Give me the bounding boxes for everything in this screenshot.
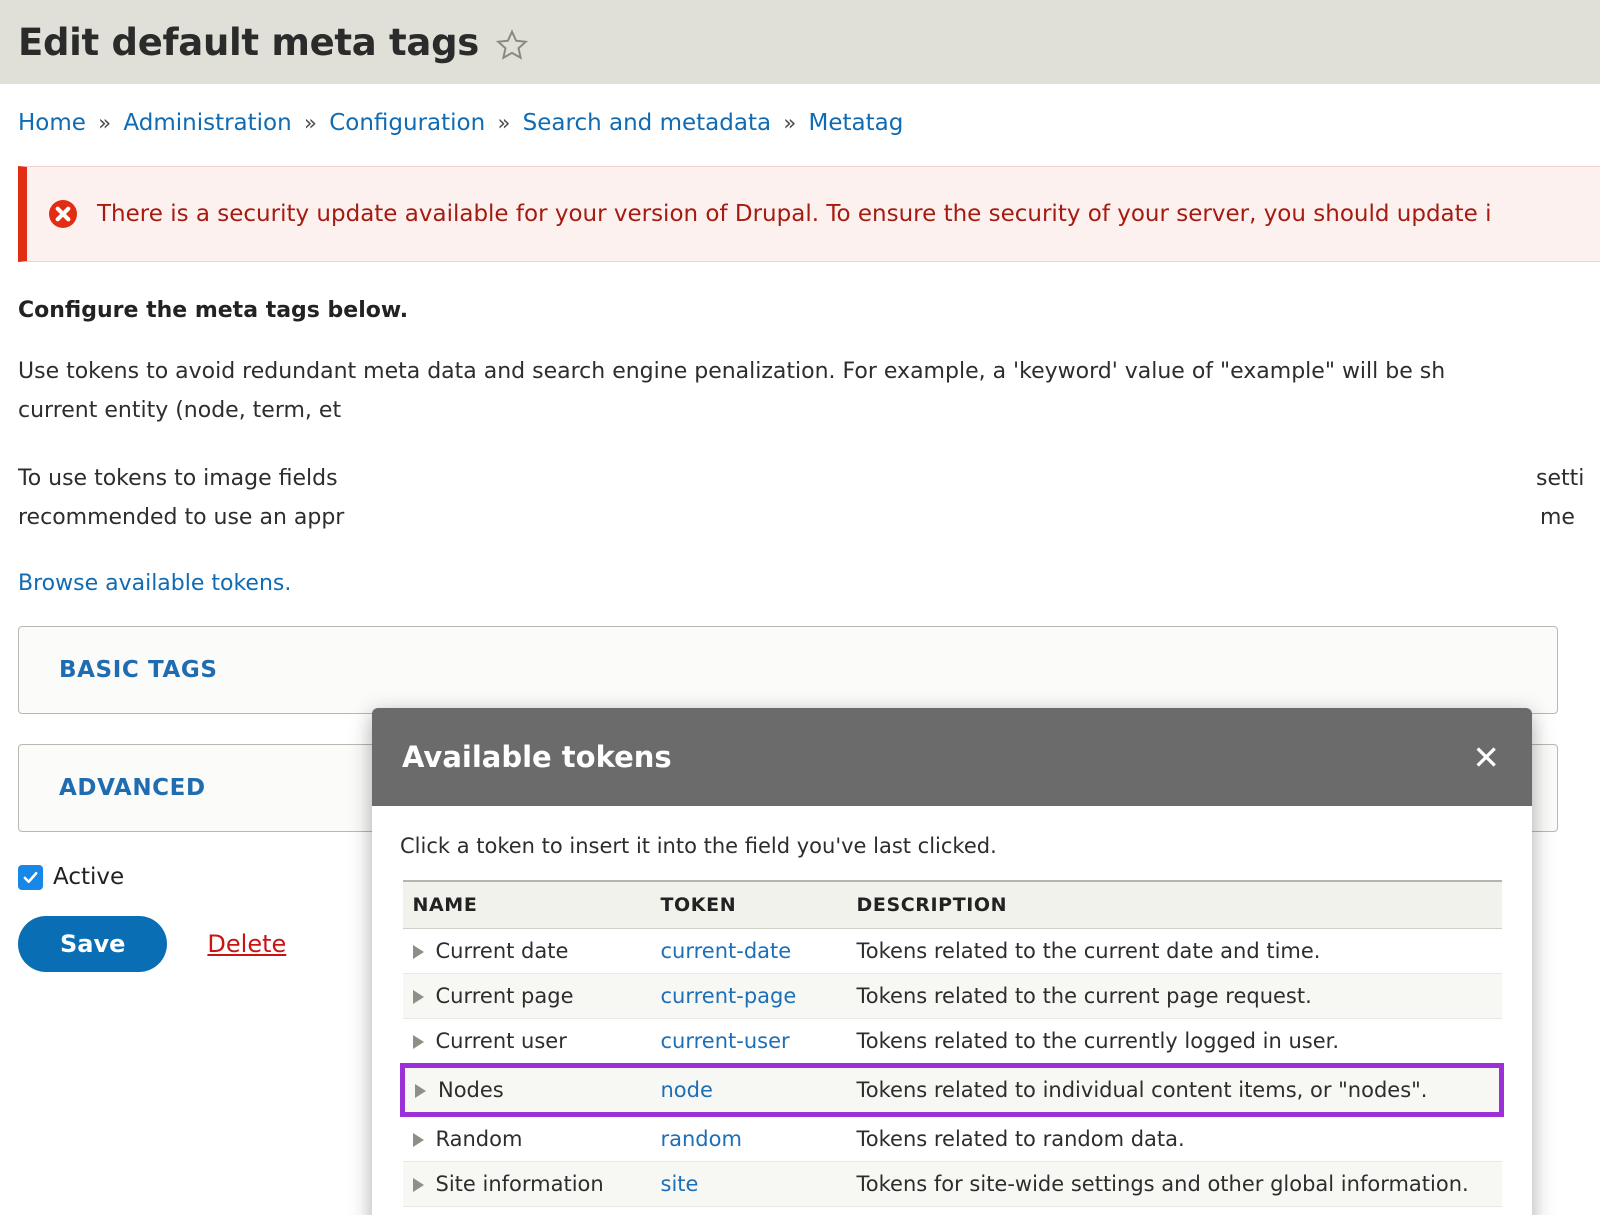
- expand-triangle-icon[interactable]: [412, 990, 424, 1004]
- close-x-icon[interactable]: ✕: [1472, 741, 1500, 774]
- token-link[interactable]: random: [661, 1127, 742, 1151]
- token-row-name[interactable]: Site information: [402, 1161, 651, 1207]
- token-row-token[interactable]: current-page: [650, 973, 847, 1019]
- token-link[interactable]: current-date: [661, 939, 792, 963]
- tokens-paragraph-1-line1: Use tokens to avoid redundant meta data …: [18, 359, 1446, 384]
- table-row[interactable]: Current date current-date Tokens related…: [402, 928, 1502, 974]
- star-outline-icon[interactable]: [495, 28, 529, 62]
- breadcrumb-item-search-and-metadata[interactable]: Search and metadata: [523, 110, 771, 136]
- tokens-paragraph-2-tail-b: me: [1540, 504, 1575, 530]
- expand-triangle-icon[interactable]: [412, 1178, 424, 1192]
- breadcrumb-separator: »: [304, 111, 317, 135]
- token-row-token[interactable]: random: [650, 1114, 847, 1162]
- intro-heading: Configure the meta tags below.: [18, 298, 409, 323]
- active-checkbox-label: Active: [53, 864, 125, 890]
- token-link[interactable]: node: [661, 1078, 713, 1102]
- tokens-paragraph-2-tail-a: setti: [1536, 466, 1585, 491]
- page-title: Edit default meta tags: [18, 20, 479, 64]
- tokens-table: NAME TOKEN DESCRIPTION Current date curr…: [400, 880, 1504, 1207]
- token-row-name[interactable]: Current user: [402, 1018, 651, 1066]
- token-row-name[interactable]: Current page: [402, 973, 651, 1019]
- tokens-paragraph-2: To use tokens to image fields setti reco…: [18, 460, 1585, 537]
- token-row-description: Tokens related to the current page reque…: [846, 973, 1502, 1019]
- details-advanced-label: ADVANCED: [59, 775, 206, 801]
- breadcrumb-item-home[interactable]: Home: [18, 110, 86, 136]
- token-row-description: Tokens for site-wide settings and other …: [846, 1161, 1502, 1207]
- table-row[interactable]: Current page current-page Tokens related…: [402, 973, 1502, 1019]
- table-row[interactable]: Site information site Tokens for site-wi…: [402, 1161, 1502, 1207]
- expand-triangle-icon[interactable]: [412, 945, 424, 959]
- dialog-header: Available tokens ✕: [372, 708, 1532, 806]
- main-content: Configure the meta tags below. Use token…: [0, 298, 1600, 1215]
- security-update-alert: There is a security update available for…: [18, 166, 1600, 262]
- available-tokens-dialog: Available tokens ✕ Click a token to inse…: [372, 708, 1532, 1215]
- breadcrumb: Home » Administration » Configuration » …: [0, 84, 1600, 136]
- expand-triangle-icon[interactable]: [412, 1133, 424, 1147]
- details-basic-tags-label: BASIC TAGS: [59, 657, 218, 683]
- dialog-hint-text: Click a token to insert it into the fiel…: [400, 834, 997, 858]
- delete-link[interactable]: Delete: [207, 930, 286, 958]
- token-row-description: Tokens related to individual content ite…: [846, 1063, 1504, 1117]
- token-row-token[interactable]: current-user: [650, 1018, 847, 1066]
- tokens-paragraph-2-line2: recommended to use an appr: [18, 504, 345, 530]
- token-row-description: Tokens related to the currently logged i…: [846, 1018, 1502, 1066]
- dialog-title: Available tokens: [402, 740, 672, 774]
- dialog-body: Click a token to insert it into the fiel…: [372, 806, 1532, 1207]
- tokens-paragraph-1-line2: current entity (node, term, et: [18, 397, 342, 423]
- alert-message: There is a security update available for…: [97, 201, 1492, 227]
- save-button[interactable]: Save: [18, 916, 168, 972]
- table-row[interactable]: Random random Tokens related to random d…: [402, 1114, 1502, 1162]
- breadcrumb-separator: »: [98, 111, 112, 135]
- table-row-highlighted-nodes[interactable]: Nodes node Tokens related to individual …: [400, 1063, 1504, 1117]
- token-row-token[interactable]: current-date: [650, 928, 847, 974]
- breadcrumb-item-administration[interactable]: Administration: [123, 110, 291, 136]
- error-circle-x-icon: [47, 198, 79, 230]
- tokens-table-header-row: NAME TOKEN DESCRIPTION: [402, 880, 1502, 929]
- token-link[interactable]: current-user: [661, 1029, 790, 1053]
- column-header-name: NAME: [402, 880, 651, 929]
- token-row-token[interactable]: site: [650, 1161, 847, 1207]
- token-row-description: Tokens related to random data.: [846, 1114, 1502, 1162]
- column-header-token: TOKEN: [650, 880, 847, 929]
- token-row-name[interactable]: Current date: [402, 928, 651, 974]
- active-checkbox[interactable]: [18, 864, 43, 890]
- details-basic-tags[interactable]: BASIC TAGS: [18, 626, 1558, 714]
- token-row-name[interactable]: Random: [402, 1114, 651, 1162]
- breadcrumb-item-configuration[interactable]: Configuration: [329, 110, 485, 136]
- token-row-name[interactable]: Nodes: [400, 1063, 651, 1117]
- breadcrumb-item-metatag[interactable]: Metatag: [809, 110, 904, 136]
- breadcrumb-separator: »: [497, 111, 511, 135]
- token-row-token[interactable]: node: [650, 1063, 847, 1117]
- browse-available-tokens-link[interactable]: Browse available tokens.: [18, 571, 291, 596]
- tokens-table-body: Current date current-date Tokens related…: [400, 928, 1504, 1207]
- token-link[interactable]: current-page: [661, 984, 797, 1008]
- column-header-description: DESCRIPTION: [846, 880, 1502, 929]
- tokens-paragraph-2-line1: To use tokens to image fields: [18, 466, 338, 491]
- expand-triangle-icon[interactable]: [412, 1035, 424, 1049]
- token-link[interactable]: site: [661, 1172, 699, 1196]
- expand-triangle-icon[interactable]: [415, 1084, 426, 1098]
- token-row-description: Tokens related to the current date and t…: [846, 928, 1502, 974]
- table-row[interactable]: Current user current-user Tokens related…: [402, 1018, 1502, 1066]
- page-header: Edit default meta tags: [0, 0, 1600, 84]
- breadcrumb-separator: »: [783, 111, 797, 135]
- tokens-paragraph-1: Use tokens to avoid redundant meta data …: [18, 353, 1582, 430]
